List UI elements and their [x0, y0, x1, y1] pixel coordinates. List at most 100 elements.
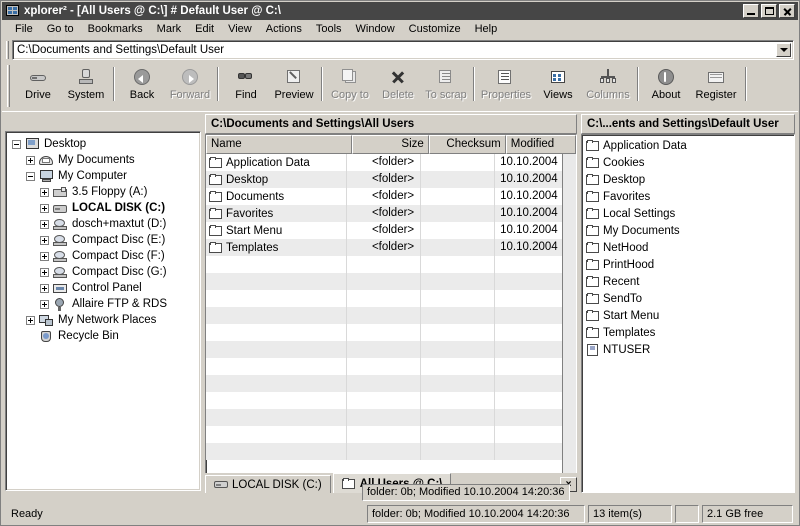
list-item[interactable]: Recent — [582, 273, 794, 290]
expander-plus-icon[interactable] — [26, 156, 35, 165]
expander-plus-icon[interactable] — [40, 236, 49, 245]
menu-file[interactable]: File — [8, 21, 40, 37]
menu-bookmarks[interactable]: Bookmarks — [81, 21, 150, 37]
toolbar-preview-button[interactable]: Preview — [270, 63, 318, 107]
list-item[interactable]: Favorites — [582, 188, 794, 205]
toolbar-properties-button[interactable]: Properties — [478, 63, 534, 107]
toolbar-about-button[interactable]: About — [642, 63, 690, 107]
tree-item-my-network-places[interactable]: My Network Places — [12, 312, 200, 328]
column-header-modified[interactable]: Modified — [506, 135, 576, 154]
tree-item-local-disk-c[interactable]: LOCAL DISK (C:) — [12, 200, 200, 216]
toolbar-drive-button[interactable]: Drive — [14, 63, 62, 107]
list-item[interactable]: Local Settings — [582, 205, 794, 222]
expander-plus-icon[interactable] — [40, 188, 49, 197]
toolbar-grip[interactable] — [6, 41, 9, 59]
tree-item-control-panel[interactable]: Control Panel — [12, 280, 200, 296]
table-row[interactable]: Desktop <folder> 10.10.2004 — [206, 171, 563, 188]
expander-minus-icon[interactable] — [26, 172, 35, 181]
cell-modified: 10.10.2004 — [495, 171, 563, 188]
menu-window[interactable]: Window — [349, 21, 402, 37]
middle-file-list[interactable]: Name Size Checksum Modified Application … — [205, 134, 577, 493]
expander-plus-icon[interactable] — [40, 300, 49, 309]
column-header-size[interactable]: Size — [352, 135, 429, 154]
empty-row — [206, 324, 563, 341]
expander-plus-icon[interactable] — [40, 268, 49, 277]
empty-row — [206, 273, 563, 290]
menu-view[interactable]: View — [221, 21, 259, 37]
toolbar-delete-button[interactable]: Delete — [374, 63, 422, 107]
list-item[interactable]: NTUSER — [582, 341, 794, 358]
tree-item-label: 3.5 Floppy (A:) — [72, 186, 147, 198]
toolbar-grip-2[interactable] — [7, 65, 10, 107]
tree-item-compact-disc-e[interactable]: Compact Disc (E:) — [12, 232, 200, 248]
list-item[interactable]: Application Data — [582, 137, 794, 154]
toolbar-copy-to-button[interactable]: Copy to — [326, 63, 374, 107]
tree-item-dosch-maxtut-d[interactable]: dosch+maxtut (D:) — [12, 216, 200, 232]
tab-local-disk-c[interactable]: LOCAL DISK (C:) — [205, 475, 331, 493]
toolbar-register-button[interactable]: Register — [690, 63, 742, 107]
toolbar-find-label: Find — [235, 89, 256, 101]
tree-item-floppy-a[interactable]: 3.5 Floppy (A:) — [12, 184, 200, 200]
expander-plus-icon[interactable] — [40, 220, 49, 229]
folder-icon — [586, 191, 599, 202]
table-row[interactable]: Application Data <folder> 10.10.2004 — [206, 154, 563, 171]
close-button[interactable] — [779, 4, 795, 18]
table-row[interactable]: Documents <folder> 10.10.2004 — [206, 188, 563, 205]
list-item[interactable]: My Documents — [582, 222, 794, 239]
tree-item-allaire-ftp[interactable]: Allaire FTP & RDS — [12, 296, 200, 312]
tree-item-my-documents[interactable]: My Documents — [12, 152, 200, 168]
empty-row — [206, 256, 563, 273]
address-dropdown-button[interactable] — [776, 43, 791, 57]
toolbar-forward-button[interactable]: Forward — [166, 63, 214, 107]
folder-icon — [342, 478, 356, 489]
menu-goto[interactable]: Go to — [40, 21, 81, 37]
maximize-button[interactable] — [761, 4, 777, 18]
toolbar-views-button[interactable]: Views — [534, 63, 582, 107]
menu-edit[interactable]: Edit — [188, 21, 221, 37]
menu-help[interactable]: Help — [468, 21, 505, 37]
column-header-checksum[interactable]: Checksum — [429, 135, 506, 154]
expander-plus-icon[interactable] — [40, 284, 49, 293]
expander-plus-icon[interactable] — [40, 252, 49, 261]
toolbar-columns-button[interactable]: Columns — [582, 63, 634, 107]
table-row[interactable]: Favorites <folder> 10.10.2004 — [206, 205, 563, 222]
expander-plus-icon[interactable] — [40, 204, 49, 213]
list-item[interactable]: Cookies — [582, 154, 794, 171]
toolbar-find-button[interactable]: Find — [222, 63, 270, 107]
hard-disk-icon — [52, 201, 69, 216]
expander-minus-icon[interactable] — [12, 140, 21, 149]
toolbar-back-button[interactable]: Back — [118, 63, 166, 107]
address-combo[interactable]: C:\Documents and Settings\Default User — [12, 40, 794, 60]
list-item[interactable]: Start Menu — [582, 307, 794, 324]
minimize-button[interactable] — [743, 4, 759, 18]
table-row[interactable]: Templates <folder> 10.10.2004 — [206, 239, 563, 256]
list-item[interactable]: SendTo — [582, 290, 794, 307]
list-item[interactable]: Templates — [582, 324, 794, 341]
tree-item-compact-disc-g[interactable]: Compact Disc (G:) — [12, 264, 200, 280]
right-file-list[interactable]: Application Data Cookies Desktop Favorit… — [581, 134, 795, 493]
cell-size: <folder> — [347, 154, 421, 171]
menu-tools[interactable]: Tools — [309, 21, 349, 37]
folder-tree-pane[interactable]: Desktop My Documents My Computer 3.5 Flo… — [5, 131, 201, 491]
cell-size: <folder> — [347, 188, 421, 205]
menu-customize[interactable]: Customize — [402, 21, 468, 37]
table-row[interactable]: Start Menu <folder> 10.10.2004 — [206, 222, 563, 239]
expander-plus-icon[interactable] — [26, 316, 35, 325]
empty-row — [206, 409, 563, 426]
tree-item-compact-disc-f[interactable]: Compact Disc (F:) — [12, 248, 200, 264]
middle-vertical-scrollbar[interactable] — [562, 154, 576, 492]
tree-item-recycle-bin[interactable]: Recycle Bin — [12, 328, 200, 344]
column-header-name[interactable]: Name — [206, 135, 352, 154]
tree-item-my-computer[interactable]: My Computer — [12, 168, 200, 184]
list-item[interactable]: NetHood — [582, 239, 794, 256]
network-icon — [38, 313, 55, 328]
list-item[interactable]: Desktop — [582, 171, 794, 188]
file-name: Start Menu — [603, 310, 659, 322]
menu-mark[interactable]: Mark — [150, 21, 188, 37]
list-item[interactable]: PrintHood — [582, 256, 794, 273]
toolbar-to-scrap-button[interactable]: To scrap — [422, 63, 470, 107]
tree-item-desktop[interactable]: Desktop — [12, 136, 200, 152]
toolbar-system-button[interactable]: System — [62, 63, 110, 107]
menu-actions[interactable]: Actions — [259, 21, 309, 37]
folder-icon — [586, 242, 599, 253]
